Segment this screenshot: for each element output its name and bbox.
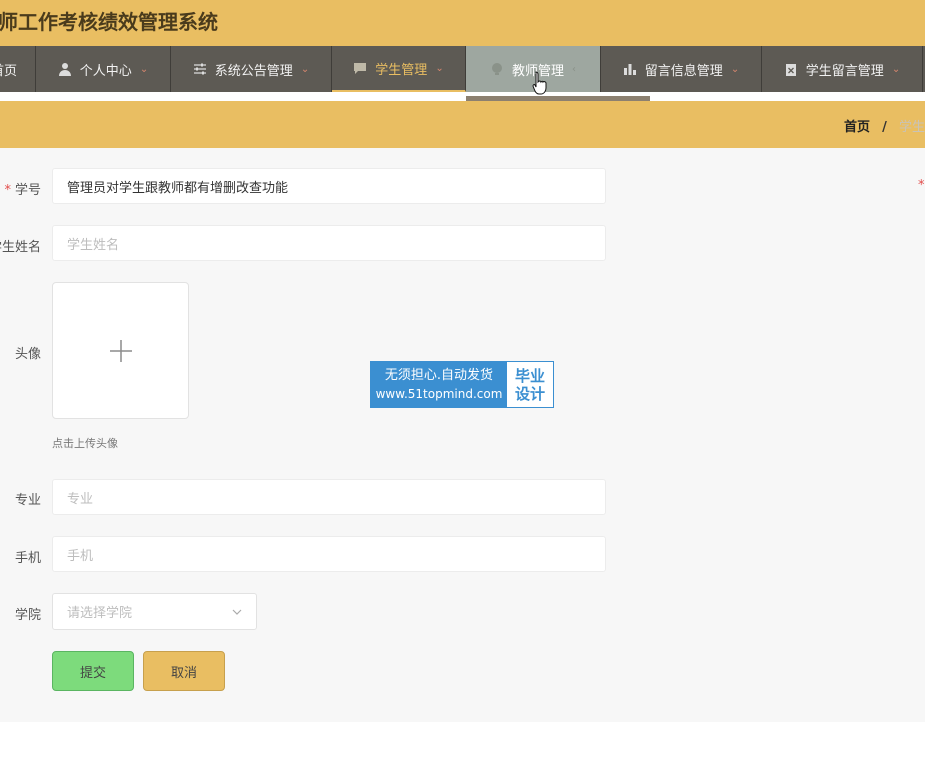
student-id-input[interactable]: 管理员对学生跟教师都有增删改查功能 <box>52 168 606 204</box>
college-select-value: 请选择学院 <box>67 606 133 621</box>
breadcrumb-current: 学生 <box>898 120 925 135</box>
nav-item-announcement[interactable]: 系统公告管理 ⌄ <box>171 46 332 92</box>
major-label: 专业 <box>14 493 41 508</box>
watermark-url: www.51topmind.com <box>375 386 503 401</box>
nav-label: 学生留言管理 <box>805 63 884 79</box>
top-nav: 首页 个人中心 ⌄ 系统公告管理 ⌄ 学生管理 ⌄ 教师管理 ‹ 留言信息管理 … <box>0 46 925 92</box>
sliders-icon <box>193 63 206 75</box>
watermark-side-top: 毕业 <box>514 366 545 385</box>
nav-label: 系统公告管理 <box>214 63 293 79</box>
breadcrumb-home[interactable]: 首页 <box>844 120 870 135</box>
chevron-down-icon: ⌄ <box>300 63 310 75</box>
phone-label: 手机 <box>14 551 41 566</box>
nav-item-student-management[interactable]: 学生管理 ⌄ <box>332 46 466 92</box>
chevron-down-icon <box>232 609 242 615</box>
nav-item-home[interactable]: 首页 <box>0 46 36 92</box>
avatar-label: 头像 <box>14 347 41 362</box>
watermark-badge: 无须担心.自动发货 www.51topmind.com 毕业 设计 <box>370 361 554 408</box>
major-input[interactable]: 专业 <box>52 479 606 515</box>
nav-label: 留言信息管理 <box>644 63 723 79</box>
phone-input[interactable]: 手机 <box>52 536 606 572</box>
avatar-tip: 点击上传头像 <box>52 437 118 450</box>
clipboard-icon <box>785 64 796 76</box>
student-name-input[interactable]: 学生姓名 <box>52 225 606 261</box>
nav-item-personal-center[interactable]: 个人中心 ⌄ <box>36 46 171 92</box>
chevron-down-icon: ⌄ <box>730 63 740 75</box>
watermark-side-bottom: 设计 <box>514 384 545 403</box>
nav-label: 学生管理 <box>375 62 428 78</box>
required-mark: * <box>918 178 925 193</box>
chat-icon <box>354 63 367 74</box>
nav-item-student-message[interactable]: 学生留言管理 ⌄ <box>762 46 923 92</box>
bar-chart-icon <box>623 64 636 75</box>
watermark-line: 无须担心.自动发货 <box>384 367 494 383</box>
required-mark: * <box>4 183 11 198</box>
nav-item-message-management[interactable]: 留言信息管理 ⌄ <box>601 46 762 92</box>
bulb-icon <box>491 63 502 75</box>
college-select[interactable]: 请选择学院 <box>52 593 257 630</box>
avatar-upload[interactable] <box>52 282 189 419</box>
user-icon <box>58 63 71 76</box>
nav-label: 首页 <box>0 63 17 79</box>
chevron-down-icon: ⌄ <box>139 63 149 75</box>
hand-cursor-icon <box>532 71 547 95</box>
chevron-down-icon: ⌄ <box>435 62 444 74</box>
breadcrumb-separator: / <box>882 120 887 135</box>
app-header: 师工作考核绩效管理系统 <box>0 0 925 46</box>
app-title: 师工作考核绩效管理系统 <box>0 10 218 34</box>
chevron-down-icon: ⌄ <box>891 63 901 75</box>
breadcrumb-bar <box>0 101 925 148</box>
submit-button[interactable]: 提交 <box>52 651 134 691</box>
plus-icon <box>109 339 132 362</box>
nav-label: 个人中心 <box>79 63 132 79</box>
student-name-label: 学生姓名 <box>0 240 41 255</box>
cancel-button[interactable]: 取消 <box>143 651 225 691</box>
breadcrumb: 首页 / 学生 <box>844 116 925 135</box>
chevron-up-icon: ‹ <box>572 63 576 75</box>
student-id-label: * 学号 <box>4 183 41 198</box>
college-label: 学院 <box>14 608 41 623</box>
